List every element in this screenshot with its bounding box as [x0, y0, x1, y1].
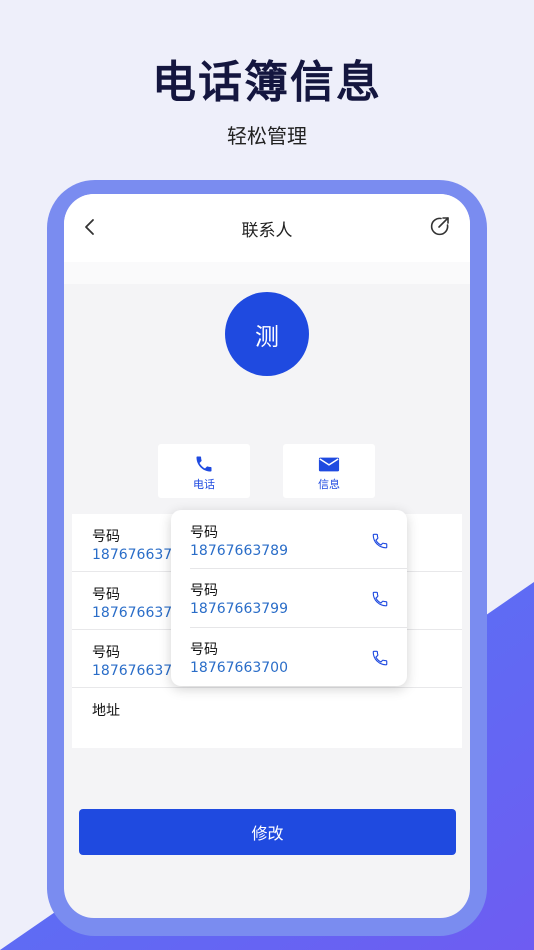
field-label: 地址 [92, 703, 120, 719]
hero-subtitle: 轻松管理 [227, 124, 307, 148]
page-title: 联系人 [241, 221, 293, 241]
popup-number-item[interactable]: 号码 18767663789 [171, 510, 407, 568]
phone-icon[interactable] [371, 649, 389, 667]
field-label: 号码 [92, 587, 120, 603]
field-value: 1876766370 [92, 663, 182, 679]
nav-bar: 联系人 [64, 194, 470, 262]
phone-screen: 联系人 测 电话 信息 号码 1876766378 号码 1876766379 [64, 194, 470, 918]
mail-icon [318, 457, 340, 472]
hero-title: 电话簿信息 [152, 57, 382, 108]
field-value: 1876766378 [92, 547, 182, 563]
field-label: 号码 [92, 645, 120, 661]
popup-number-value: 18767663700 [190, 660, 288, 676]
popup-number-item[interactable]: 号码 18767663700 [171, 627, 407, 685]
header-divider [64, 262, 470, 284]
edit-button[interactable]: 修改 [79, 809, 456, 855]
field-value: 1876766379 [92, 605, 182, 621]
popup-number-label: 号码 [190, 525, 218, 541]
phone-icon [196, 456, 212, 472]
avatar: 测 [225, 292, 309, 376]
popup-number-value: 18767663799 [190, 601, 288, 617]
field-label: 号码 [92, 529, 120, 545]
phone-icon[interactable] [371, 532, 389, 550]
message-action-button[interactable]: 信息 [283, 444, 375, 498]
popup-number-label: 号码 [190, 583, 218, 599]
share-icon[interactable] [428, 214, 452, 238]
popup-number-label: 号码 [190, 642, 218, 658]
call-action-label: 电话 [193, 478, 215, 491]
call-action-button[interactable]: 电话 [158, 444, 250, 498]
message-action-label: 信息 [318, 478, 340, 491]
popup-number-value: 18767663789 [190, 543, 288, 559]
phone-icon[interactable] [371, 590, 389, 608]
popup-number-item[interactable]: 号码 18767663799 [171, 568, 407, 626]
list-item[interactable]: 地址 [72, 688, 462, 746]
number-picker-popup: 号码 18767663789 号码 18767663799 号码 1876766… [171, 510, 407, 686]
